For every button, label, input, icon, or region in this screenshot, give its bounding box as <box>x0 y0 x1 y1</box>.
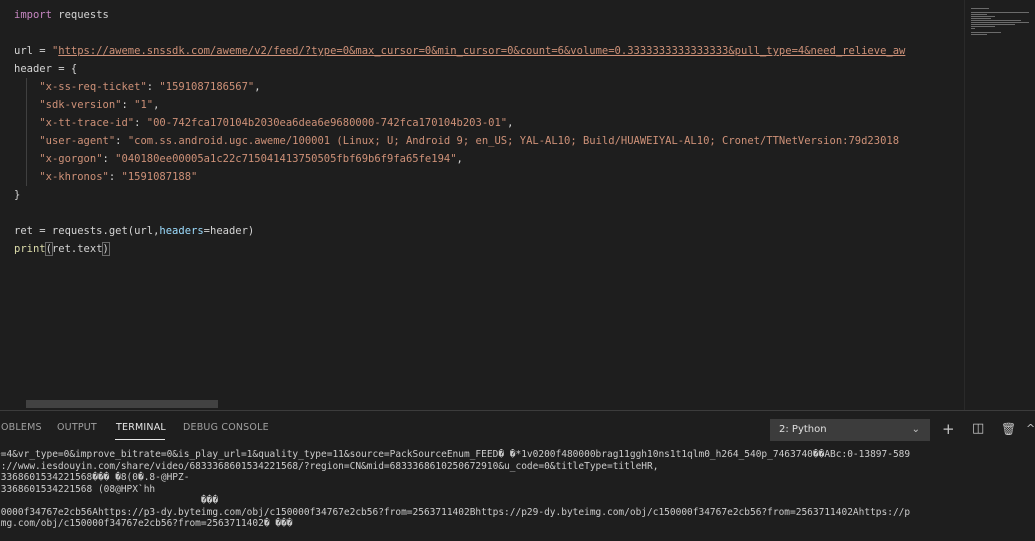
minimap-line <box>971 8 989 9</box>
code-line[interactable] <box>14 24 965 42</box>
tab-debug-console[interactable]: DEBUG CONSOLE <box>183 422 269 433</box>
minimap-line <box>971 12 1029 13</box>
code-line[interactable]: "user-agent": "com.ss.android.ugc.aweme/… <box>14 132 965 150</box>
code-token: , <box>153 99 160 111</box>
active-tab-indicator <box>115 439 165 440</box>
code-line[interactable]: url = "https://aweme.snssdk.com/aweme/v2… <box>14 42 965 60</box>
indent-guide <box>26 132 27 150</box>
code-token: "sdk-version" <box>39 99 122 111</box>
minimap[interactable] <box>964 0 1035 410</box>
code-token: ret.text <box>51 243 103 255</box>
code-token: import <box>14 9 52 21</box>
indent-guide <box>26 96 27 114</box>
indent-guide <box>26 150 27 168</box>
terminal-select-value: 2: Python <box>779 424 827 435</box>
add-terminal-icon[interactable]: + <box>942 419 955 439</box>
terminal-output[interactable]: e=4&vr_type=0&improve_bitrate=0&is_play_… <box>0 449 1035 541</box>
code-token: requests <box>51 9 109 21</box>
code-token: "x-ss-req-ticket" <box>39 81 147 93</box>
code-token: } <box>14 189 21 201</box>
indent-guide <box>26 168 27 186</box>
terminal-line: 50000f34767e2cb56Ahttps://p3-dy.byteimg.… <box>0 506 911 518</box>
code-token: =header) <box>203 225 255 237</box>
code-line[interactable]: print(ret.text) <box>14 240 965 258</box>
code-token: "040180ee00005a1c22c715041413750505fbf69… <box>115 153 457 165</box>
code-line[interactable]: } <box>14 186 965 204</box>
code-line[interactable]: "x-gorgon": "040180ee00005a1c22c71504141… <box>14 150 965 168</box>
minimap-line <box>971 26 995 27</box>
code-token: , <box>456 153 463 165</box>
code-token: : <box>115 135 128 147</box>
code-token: "1" <box>134 99 154 111</box>
code-token: https://aweme.snssdk.com/aweme/v2/feed/?… <box>58 45 906 57</box>
code-token: : <box>102 153 116 165</box>
bottom-panel: OBLEMS OUTPUT TERMINAL DEBUG CONSOLE 2: … <box>0 410 1035 541</box>
horizontal-scrollbar[interactable] <box>26 400 218 408</box>
code-token: "00-742fca170104b2030ea6dea6e9680000-742… <box>146 117 508 129</box>
code-line[interactable]: "x-ss-req-ticket": "1591087186567", <box>14 78 965 96</box>
code-token: print <box>14 243 46 255</box>
code-token: "x-tt-trace-id" <box>39 117 135 129</box>
terminal-line: s://www.iesdouyin.com/share/video/683336… <box>0 460 659 472</box>
code-token: "1591087186567" <box>159 81 255 93</box>
minimap-line <box>971 22 1029 23</box>
code-line[interactable]: "x-khronos": "1591087188" <box>14 168 965 186</box>
code-token: "user-agent" <box>39 135 116 147</box>
minimap-line <box>971 20 1021 21</box>
code-token: url = <box>14 45 52 57</box>
code-token: headers <box>159 225 204 237</box>
minimap-line <box>971 18 991 19</box>
code-line[interactable]: import requests <box>14 6 965 24</box>
indent-guide <box>26 114 27 132</box>
panel-tabs: OBLEMS OUTPUT TERMINAL DEBUG CONSOLE 2: … <box>0 411 1035 445</box>
code-token: , <box>254 81 261 93</box>
code-token: ) <box>101 242 110 256</box>
trash-icon[interactable]: 🗑 <box>1001 419 1016 439</box>
minimap-line <box>971 34 987 35</box>
terminal-line: e=4&vr_type=0&improve_bitrate=0&is_play_… <box>0 449 911 460</box>
minimap-line <box>971 28 975 29</box>
code-line[interactable] <box>14 204 965 222</box>
terminal-line: img.com/obj/c150000f34767e2cb56?from=256… <box>0 518 293 529</box>
code-editor[interactable]: import requests url = "https://aweme.snss… <box>0 0 1035 410</box>
code-token: : <box>146 81 160 93</box>
code-token: ret = requests.get(url, <box>14 225 160 237</box>
code-line[interactable]: "sdk-version": "1", <box>14 96 965 114</box>
code-line[interactable]: "x-tt-trace-id": "00-742fca170104b2030ea… <box>14 114 965 132</box>
code-line[interactable]: ret = requests.get(url,headers=header) <box>14 222 965 240</box>
terminal-select[interactable]: 2: Python ⌄ <box>770 419 930 441</box>
tab-terminal[interactable]: TERMINAL <box>116 422 166 433</box>
indent-guide <box>26 78 27 96</box>
code-token: , <box>507 117 514 129</box>
tab-problems[interactable]: OBLEMS <box>1 422 42 433</box>
terminal-line: 33368601534221568 (08@HPX`hh <box>0 483 156 495</box>
chevron-up-icon[interactable]: ^ <box>1026 419 1035 439</box>
code-token: : <box>121 99 135 111</box>
terminal-line: ��� <box>0 495 219 506</box>
code-area[interactable]: import requests url = "https://aweme.snss… <box>14 6 965 398</box>
code-token: : <box>134 117 147 129</box>
code-token: : <box>108 171 122 183</box>
split-terminal-icon[interactable]: ◫ <box>972 419 984 439</box>
code-token: header = { <box>14 63 78 75</box>
tab-output[interactable]: OUTPUT <box>57 422 97 433</box>
editor-gutter <box>0 0 14 410</box>
code-token: "x-gorgon" <box>39 153 103 165</box>
code-token: "x-khronos" <box>39 171 109 183</box>
terminal-line: 33368601534221568��� �8(0�.8-@HPZ- <box>0 472 190 483</box>
minimap-line <box>971 14 987 15</box>
chevron-down-icon: ⌄ <box>911 424 920 435</box>
minimap-line <box>971 16 995 17</box>
code-token: "1591087188" <box>121 171 198 183</box>
minimap-line <box>971 32 1001 33</box>
minimap-line <box>971 24 1015 25</box>
code-token: "com.ss.android.ugc.aweme/100001 (Linux;… <box>127 135 900 147</box>
code-line[interactable]: header = { <box>14 60 965 78</box>
